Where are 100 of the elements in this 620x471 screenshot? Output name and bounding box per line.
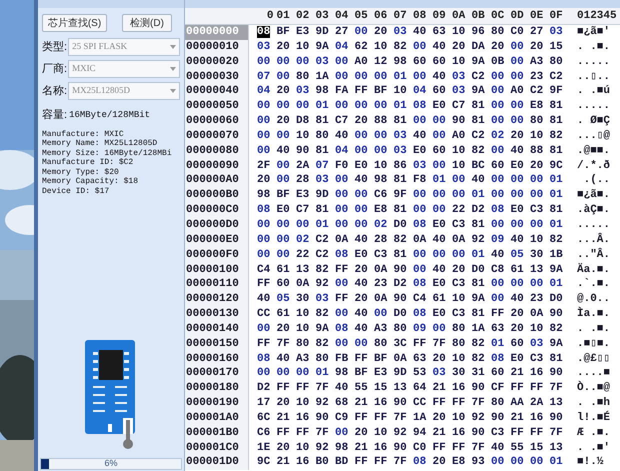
hex-byte: C7 bbox=[452, 99, 466, 114]
hex-byte: 00 bbox=[257, 248, 272, 262]
offset-cell: 00000020 bbox=[185, 54, 249, 70]
hex-byte: 81 bbox=[472, 218, 486, 233]
hex-byte: 03 bbox=[316, 292, 330, 308]
hex-byte: 00 bbox=[510, 54, 525, 70]
hex-byte: 0A bbox=[530, 307, 544, 322]
hex-byte: 03 bbox=[316, 173, 330, 188]
offset-cell: 00000150 bbox=[185, 336, 249, 352]
hex-byte: 9A bbox=[550, 336, 564, 352]
hex-byte: 00 bbox=[335, 173, 350, 188]
hex-byte: 10 bbox=[452, 292, 466, 308]
hex-byte: 07 bbox=[316, 158, 330, 174]
ascii-cell: .@■■. bbox=[577, 144, 610, 159]
hex-byte: 60 bbox=[276, 277, 291, 292]
ascii-cell: l!.■É bbox=[577, 410, 610, 426]
hex-byte: 00 bbox=[354, 218, 369, 233]
hex-byte: 00 bbox=[413, 248, 428, 262]
hex-byte: 40 bbox=[510, 232, 525, 248]
hex-byte: FF bbox=[374, 455, 388, 470]
hex-byte: 80 bbox=[491, 396, 506, 411]
column-header: 0C bbox=[491, 8, 506, 24]
hex-byte: 82 bbox=[550, 322, 564, 337]
hex-byte: 00 bbox=[335, 336, 350, 352]
hex-byte: C3 bbox=[452, 307, 466, 322]
hex-byte: E0 bbox=[432, 99, 447, 114]
ascii-cell: . .■. bbox=[577, 322, 610, 337]
hex-byte: BF bbox=[354, 366, 369, 382]
hex-byte: BF bbox=[374, 352, 388, 366]
hex-byte: DA bbox=[472, 40, 486, 55]
hex-byte: 16 bbox=[374, 440, 388, 456]
hex-byte: 20 bbox=[530, 40, 544, 55]
hex-byte: 00 bbox=[335, 99, 350, 114]
hex-byte: 16 bbox=[530, 366, 544, 382]
info-line: Manufacture ID: $C2 bbox=[42, 158, 134, 168]
hex-byte: 20 bbox=[354, 114, 369, 129]
hex-byte: 81 bbox=[472, 114, 486, 129]
hex-byte: 10 bbox=[530, 322, 544, 337]
hex-byte: 10 bbox=[452, 25, 466, 40]
hex-byte: 20 bbox=[276, 40, 291, 55]
hex-byte: 10 bbox=[374, 158, 388, 174]
hex-byte: B0 bbox=[316, 455, 330, 470]
hex-byte: 16 bbox=[452, 381, 466, 396]
hex-byte: E0 bbox=[510, 352, 525, 366]
hex-byte: 40 bbox=[510, 292, 525, 308]
hex-byte: 00 bbox=[510, 455, 525, 470]
hex-byte: C2 bbox=[472, 70, 486, 84]
hex-byte: 92 bbox=[316, 277, 330, 292]
hex-byte: 80 bbox=[452, 336, 466, 352]
hex-byte: 21 bbox=[510, 410, 525, 426]
hex-byte: 21 bbox=[432, 381, 447, 396]
hex-byte: C3 bbox=[530, 352, 544, 366]
ascii-cell-text: ...Â. bbox=[577, 232, 610, 248]
hex-byte: 22 bbox=[452, 203, 466, 218]
hex-byte: 81 bbox=[394, 173, 408, 188]
hex-byte: 07 bbox=[257, 70, 272, 84]
ascii-cell: Æ .■. bbox=[577, 426, 610, 441]
hex-byte: 00 bbox=[510, 277, 525, 292]
action-button[interactable]: 芯片查找(S) bbox=[42, 14, 107, 32]
column-header: 07 bbox=[394, 8, 408, 24]
ascii-cell: ..... bbox=[577, 99, 610, 114]
hex-byte: 00 bbox=[257, 232, 272, 248]
hex-byte: 03 bbox=[452, 84, 466, 100]
hex-byte: A3 bbox=[296, 352, 310, 366]
hex-byte: 00 bbox=[257, 366, 272, 382]
hex-byte: 00 bbox=[432, 188, 447, 204]
hex-byte: 80 bbox=[316, 352, 330, 366]
hex-byte: 21 bbox=[354, 396, 369, 411]
info-line: Manufacture: MXIC bbox=[42, 130, 125, 139]
hex-byte: 00 bbox=[491, 173, 506, 188]
hex-byte: FF bbox=[432, 440, 447, 456]
hex-byte: 00 bbox=[354, 128, 369, 144]
hex-byte: C6 bbox=[257, 426, 272, 441]
hex-byte: E0 bbox=[413, 144, 428, 159]
hex-byte: C3 bbox=[530, 203, 544, 218]
hex-byte: 10 bbox=[452, 158, 466, 174]
hex-byte: BF bbox=[276, 25, 291, 40]
hex-byte: 12 bbox=[374, 54, 388, 70]
hex-byte: FF bbox=[530, 426, 544, 441]
hex-byte: 10 bbox=[452, 352, 466, 366]
hex-byte: 17 bbox=[257, 396, 272, 411]
hex-byte: 00 bbox=[354, 188, 369, 204]
hex-byte: E0 bbox=[510, 203, 525, 218]
hex-byte: E0 bbox=[276, 203, 291, 218]
hex-byte: 0A bbox=[394, 352, 408, 366]
hex-byte: 2A bbox=[530, 396, 544, 411]
hex-byte: FA bbox=[335, 84, 350, 100]
hex-byte: 90 bbox=[550, 307, 564, 322]
hex-byte: FF bbox=[510, 426, 525, 441]
hex-byte: 98 bbox=[335, 440, 350, 456]
hex-byte: 00 bbox=[354, 336, 369, 352]
hex-byte: 00 bbox=[491, 84, 506, 100]
hex-byte: 01 bbox=[472, 188, 486, 204]
column-header: 01 bbox=[276, 8, 291, 24]
column-header: 05 bbox=[354, 8, 369, 24]
hex-byte: 23 bbox=[530, 70, 544, 84]
hex-byte: 60 bbox=[510, 336, 525, 352]
action-button[interactable]: 检测(D) bbox=[122, 14, 172, 32]
field-label: 类型: bbox=[42, 40, 68, 55]
hex-byte: 16 bbox=[296, 455, 310, 470]
